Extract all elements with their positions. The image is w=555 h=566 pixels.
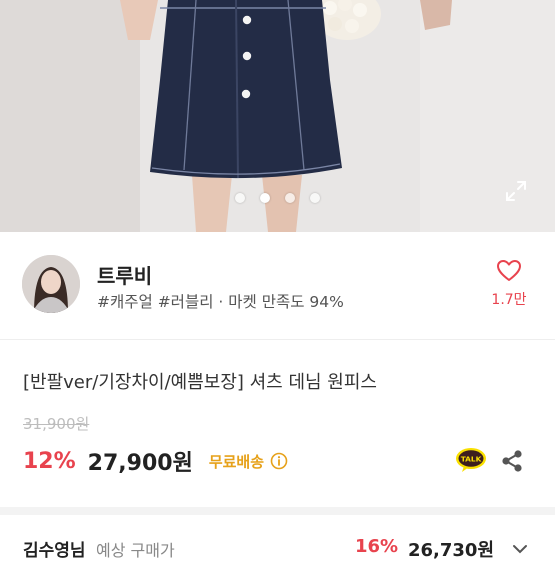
kakao-talk-icon: TALK: [456, 448, 486, 472]
sale-price: 27,900원: [87, 451, 193, 476]
chevron-down-icon[interactable]: [512, 540, 528, 559]
svg-text:TALK: TALK: [461, 454, 482, 463]
carousel-dot[interactable]: [310, 193, 320, 203]
expected-price-row[interactable]: 김수영님 예상 구매가 16% 26,730원: [0, 536, 555, 566]
expected-price-label: 예상 구매가: [96, 541, 175, 560]
seller-tags: #캐주얼 #러블리 · 마켓 만족도 94%: [97, 293, 344, 311]
buyer-name: 김수영님: [23, 541, 86, 561]
carousel-dot[interactable]: [235, 193, 245, 203]
seller-name[interactable]: 트루비: [97, 260, 152, 289]
shipping-badge: 무료배송: [208, 452, 265, 471]
share-icon: [502, 450, 522, 472]
kakao-talk-button[interactable]: TALK: [455, 447, 487, 473]
like-count: 1.7만: [491, 292, 527, 308]
product-image-carousel[interactable]: [0, 0, 555, 232]
carousel-dot[interactable]: [285, 193, 295, 203]
like-button[interactable]: 1.7만: [489, 259, 529, 309]
avatar-image: [22, 255, 80, 313]
original-price: 31,900원: [23, 415, 90, 433]
discount-rate: 12%: [23, 448, 76, 474]
info-circle-icon[interactable]: [270, 452, 288, 470]
section-divider: [0, 507, 555, 515]
price-row: 12% 27,900원 무료배송: [23, 446, 288, 476]
product-title: [반팔ver/기장차이/예쁨보장] 셔츠 데님 원피스: [23, 372, 377, 393]
expected-discount: 16%: [355, 536, 399, 557]
seller-avatar[interactable]: [22, 255, 80, 313]
carousel-dot-active[interactable]: [260, 193, 270, 203]
carousel-indicator: [0, 193, 555, 203]
expected-price: 26,730원: [408, 540, 495, 561]
seller-info[interactable]: 트루비 #캐주얼 #러블리 · 마켓 만족도 94% 1.7만: [0, 232, 555, 340]
share-button[interactable]: [499, 448, 525, 474]
heart-outline-icon: [497, 260, 521, 281]
